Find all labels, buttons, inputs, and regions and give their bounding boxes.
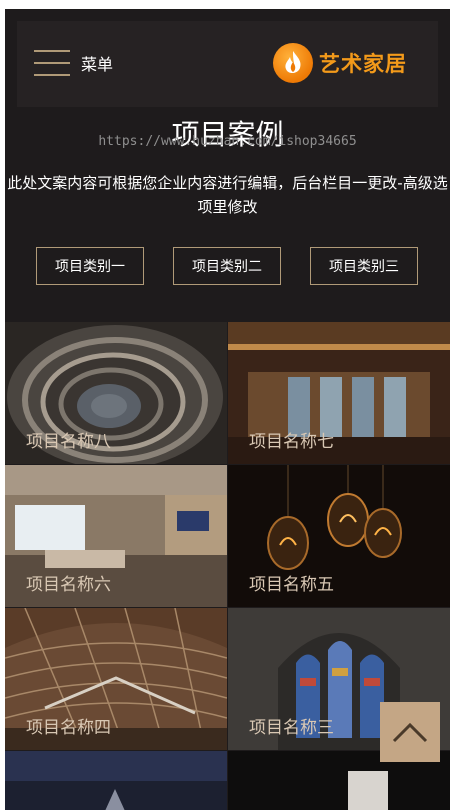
project-image xyxy=(5,751,227,810)
category-tab-2[interactable]: 项目类别二 xyxy=(173,247,281,285)
category-tab-3[interactable]: 项目类别三 xyxy=(310,247,418,285)
logo[interactable]: 艺术家居 xyxy=(273,43,407,83)
header-bar: 菜单 艺术家居 xyxy=(17,21,438,107)
project-name: 项目名称三 xyxy=(249,718,334,738)
project-name: 项目名称八 xyxy=(26,432,111,452)
menu-label[interactable]: 菜单 xyxy=(81,51,113,75)
chevron-up-icon xyxy=(392,722,428,743)
project-name: 项目名称五 xyxy=(249,575,334,595)
page: 菜单 艺术家居 项目案例 https://www.huzhan.com/isho… xyxy=(5,9,450,810)
back-to-top-button[interactable] xyxy=(380,702,440,762)
hamburger-icon xyxy=(34,50,70,52)
project-card[interactable]: 项目名称四 xyxy=(5,608,227,750)
project-name: 项目名称四 xyxy=(26,718,111,738)
project-card[interactable]: 项目名称七 xyxy=(228,322,450,464)
flame-icon xyxy=(273,43,313,83)
category-tab-1[interactable]: 项目类别一 xyxy=(36,247,144,285)
project-card[interactable]: 项目名称八 xyxy=(5,322,227,464)
hamburger-icon-line xyxy=(34,62,70,64)
logo-text: 艺术家居 xyxy=(319,51,407,76)
project-card[interactable] xyxy=(5,751,227,810)
project-card[interactable]: 项目名称六 xyxy=(5,465,227,607)
project-card[interactable]: 项目名称五 xyxy=(228,465,450,607)
project-name: 项目名称七 xyxy=(249,432,334,452)
intro-text: 此处文案内容可根据您企业内容进行编辑，后台栏目一更改-高级选项里修改 xyxy=(7,174,448,216)
hamburger-icon-line xyxy=(34,74,70,76)
watermark: https://www.huzhan.com/ishop34665 xyxy=(98,134,357,149)
menu-button[interactable] xyxy=(34,50,70,76)
project-name: 项目名称六 xyxy=(26,575,111,595)
